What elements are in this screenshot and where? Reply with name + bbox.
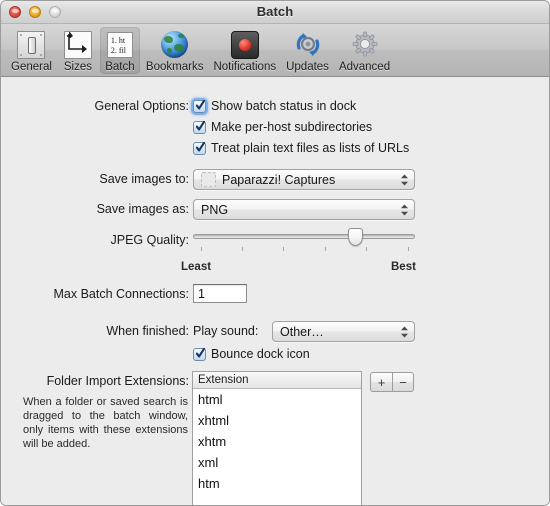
folder-import-label-wrap: Folder Import Extensions: — [1, 373, 189, 389]
toolbar-item-notifications[interactable]: Notifications — [209, 27, 280, 74]
jpeg-quality-label: JPEG Quality: — [110, 233, 190, 247]
checkbox-box[interactable] — [193, 141, 206, 155]
jpeg-quality-slider[interactable] — [193, 225, 415, 263]
title-bar: Batch — [1, 1, 549, 24]
preferences-window: Batch General Sizes 1. ht 2. fil Batch B… — [0, 0, 550, 506]
chevron-updown-icon — [401, 204, 408, 215]
checkbox-box[interactable] — [193, 347, 206, 361]
checkmark-icon — [196, 141, 205, 151]
slider-max-label: Best — [391, 261, 416, 273]
toolbar-item-advanced[interactable]: Advanced — [335, 27, 394, 74]
checkmark-icon — [196, 120, 205, 130]
folder-import-extensions-label: Folder Import Extensions: — [46, 374, 189, 388]
max-batch-connections-input[interactable]: 1 — [193, 284, 247, 303]
checkbox-box[interactable] — [193, 120, 206, 134]
general-options-label-wrap: General Options: — [1, 98, 190, 114]
general-icon — [15, 29, 47, 60]
folder-import-help-text: When a folder or saved search is dragged… — [23, 396, 188, 450]
checkbox-plain-text-urls[interactable]: Treat plain text files as lists of URLs — [193, 139, 409, 157]
window-title: Batch — [256, 4, 294, 19]
jpeg-quality-label-wrap: JPEG Quality: — [1, 232, 190, 248]
save-images-as-value: PNG — [201, 202, 229, 217]
toolbar-item-updates[interactable]: Updates — [282, 27, 333, 74]
checkbox-bounce-dock-icon[interactable]: Bounce dock icon — [193, 345, 310, 363]
extensions-rows: html xhtml xhtm xml htm — [193, 389, 361, 494]
batch-icon-line-1: 1. ht — [110, 35, 126, 45]
slider-tick — [325, 247, 326, 251]
toolbar-item-label: General — [11, 61, 52, 73]
max-batch-connections-label: Max Batch Connections: — [53, 287, 190, 301]
save-images-to-popup[interactable]: Paparazzi! Captures — [193, 169, 415, 190]
save-images-to-label: Save images to: — [99, 172, 189, 186]
chevron-updown-icon — [401, 326, 408, 337]
add-extension-button[interactable]: + — [370, 372, 392, 392]
slider-thumb[interactable] — [348, 228, 364, 246]
extension-row[interactable]: xhtm — [193, 431, 361, 452]
slider-tick — [408, 247, 409, 251]
toolbar-item-bookmarks[interactable]: Bookmarks — [142, 27, 208, 74]
save-images-to-value: Paparazzi! Captures — [222, 172, 336, 187]
batch-icon-line-2: 2. fil — [110, 45, 127, 55]
play-sound-popup[interactable]: Other… — [272, 321, 415, 342]
max-connections-label-wrap: Max Batch Connections: — [1, 286, 190, 302]
play-sound-value: Other… — [280, 324, 324, 339]
slider-tick — [242, 247, 243, 251]
toolbar-item-sizes[interactable]: Sizes — [58, 27, 98, 74]
checkbox-label: Make per-host subdirectories — [211, 120, 373, 134]
toolbar-item-label: Sizes — [63, 61, 92, 73]
record-icon — [229, 29, 261, 60]
checkbox-box[interactable] — [193, 99, 206, 113]
save-images-as-popup[interactable]: PNG — [193, 199, 415, 220]
chevron-updown-icon — [401, 174, 408, 185]
checkmark-icon — [196, 99, 205, 109]
save-images-as-label: Save images as: — [96, 202, 189, 216]
slider-track[interactable] — [193, 234, 415, 239]
extension-row[interactable]: xhtml — [193, 410, 361, 431]
checkbox-label: Show batch status in dock — [211, 99, 357, 113]
checkbox-per-host-subdirectories[interactable]: Make per-host subdirectories — [193, 118, 372, 136]
gear-icon — [349, 29, 381, 60]
slider-tick — [283, 247, 284, 251]
checkbox-show-batch-status[interactable]: Show batch status in dock — [193, 97, 356, 115]
save-as-label-wrap: Save images as: — [1, 201, 189, 217]
when-finished-label-wrap: When finished: — [1, 323, 189, 339]
toolbar-item-label: Updates — [286, 61, 329, 73]
general-options-label: General Options: — [94, 99, 190, 113]
slider-min-label: Least — [181, 261, 212, 273]
save-to-label-wrap: Save images to: — [1, 171, 189, 187]
extension-row[interactable]: xml — [193, 452, 361, 473]
checkbox-label: Bounce dock icon — [211, 347, 310, 361]
toolbar-item-batch[interactable]: 1. ht 2. fil Batch — [99, 27, 140, 74]
slider-tick — [201, 247, 202, 251]
batch-icon: 1. ht 2. fil — [104, 29, 136, 60]
toolbar-item-label: Notifications — [213, 61, 277, 73]
preferences-content: General Options: Show batch status in do… — [1, 77, 549, 505]
remove-extension-button[interactable]: − — [392, 372, 414, 392]
refresh-icon — [292, 29, 324, 60]
globe-icon — [159, 29, 191, 60]
folder-icon — [201, 172, 216, 187]
extensions-column-header[interactable]: Extension — [193, 372, 361, 389]
slider-tick — [366, 247, 367, 251]
play-sound-label: Play sound: — [193, 324, 259, 338]
extensions-list[interactable]: Extension html xhtml xhtm xml htm — [192, 371, 362, 505]
extension-row[interactable]: html — [193, 389, 361, 410]
toolbar-item-label: Advanced — [338, 61, 391, 73]
max-batch-connections-value: 1 — [198, 286, 205, 301]
sizes-icon — [62, 29, 94, 60]
add-remove-buttons: + − — [370, 372, 414, 392]
toolbar: General Sizes 1. ht 2. fil Batch Bookmar… — [1, 24, 549, 77]
checkmark-icon — [196, 347, 205, 357]
toolbar-item-label: Batch — [105, 61, 135, 73]
when-finished-label: When finished: — [106, 324, 189, 338]
toolbar-item-label: Bookmarks — [145, 61, 204, 73]
extension-row[interactable]: htm — [193, 473, 361, 494]
checkbox-label: Treat plain text files as lists of URLs — [211, 141, 410, 155]
toolbar-item-general[interactable]: General — [7, 27, 56, 74]
